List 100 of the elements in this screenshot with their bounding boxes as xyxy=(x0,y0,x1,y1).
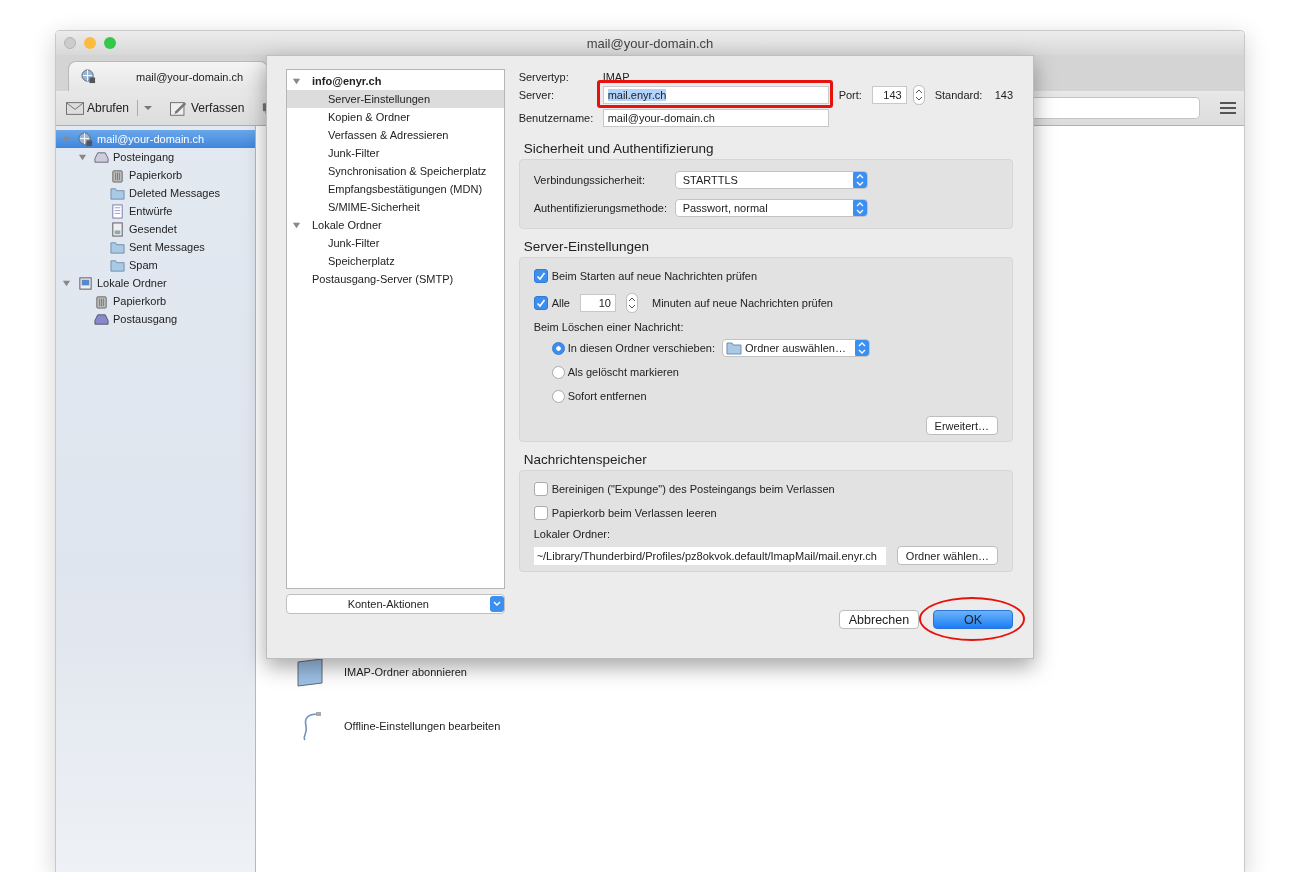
tree-item[interactable]: Speicherplatz xyxy=(287,252,504,270)
folder-icon xyxy=(110,257,125,273)
tree-item[interactable]: Empfangsbestätigungen (MDN) xyxy=(287,180,504,198)
dropdown[interactable]: STARTTLS xyxy=(674,171,868,189)
folder-row[interactable]: Spam xyxy=(56,256,255,274)
disclosure-triangle-icon[interactable] xyxy=(292,76,301,86)
section-heading: Nachrichtenspeicher xyxy=(523,452,648,467)
folder-label: Papierkorb xyxy=(129,169,183,181)
action-link[interactable]: Offline-Einstellungen bearbeiten xyxy=(344,720,501,732)
tree-label: Kopien & Ordner xyxy=(328,111,410,123)
dropdown-arrow-icon[interactable] xyxy=(144,105,153,111)
checkbox[interactable] xyxy=(533,296,548,310)
checkbox-label[interactable]: Beim Starten auf neue Nachrichten prüfen xyxy=(551,270,758,282)
ok-button[interactable]: OK xyxy=(933,610,1013,629)
account-actions-button[interactable]: Konten-Aktionen xyxy=(286,594,505,614)
tree-item[interactable]: Postausgang-Server (SMTP) xyxy=(287,270,504,288)
radio-button[interactable] xyxy=(551,341,565,355)
tree-item[interactable]: S/MIME-Sicherheit xyxy=(287,198,504,216)
account-tab[interactable]: mail@your-domain.ch xyxy=(68,61,268,91)
disclosure-triangle-icon[interactable] xyxy=(62,278,71,288)
stepper-icon[interactable] xyxy=(626,293,638,313)
tree-item[interactable]: Verfassen & Adressieren xyxy=(287,126,504,144)
tree-item[interactable]: info@enyr.ch xyxy=(287,72,504,90)
action-link[interactable]: IMAP-Ordner abonnieren xyxy=(344,666,467,678)
tree-label: Speicherplatz xyxy=(328,255,395,267)
trash-icon xyxy=(94,293,109,309)
advanced-button[interactable]: Erweitert… xyxy=(925,416,998,435)
folder-icon xyxy=(110,185,125,201)
folder-row[interactable]: Papierkorb xyxy=(56,292,255,310)
group-label: Lokaler Ordner: xyxy=(533,527,612,542)
checkbox[interactable] xyxy=(533,482,548,496)
field-label: Verbindungssicherheit: xyxy=(533,174,646,186)
tree-label: Lokale Ordner xyxy=(312,219,382,231)
globe-lock-icon xyxy=(81,69,96,84)
radio-label[interactable]: Als gelöscht markieren xyxy=(567,366,679,378)
tree-label: Postausgang-Server (SMTP) xyxy=(312,273,454,285)
cancel-button[interactable]: Abbrechen xyxy=(839,610,919,629)
toolbar-button[interactable]: Abrufen xyxy=(64,98,132,118)
close-button[interactable] xyxy=(64,37,76,49)
dropdown[interactable]: Passwort, normal xyxy=(674,199,868,217)
tree-label: Junk-Filter xyxy=(328,147,380,159)
username-field[interactable]: mail@your-domain.ch xyxy=(602,109,829,127)
folder-dropdown[interactable]: Ordner auswählen… xyxy=(722,339,870,357)
minutes-field[interactable]: 10 xyxy=(580,294,616,312)
field-label: Benutzername: xyxy=(518,112,595,124)
tree-item[interactable]: Junk-Filter xyxy=(287,234,504,252)
choose-folder-button[interactable]: Ordner wählen… xyxy=(896,546,998,565)
folder-row[interactable]: Posteingang xyxy=(56,148,255,166)
folder-row[interactable]: Postausgang xyxy=(56,310,255,328)
folder-row[interactable]: Lokale Ordner xyxy=(56,274,255,292)
tree-label: Synchronisation & Speicherplatz xyxy=(328,165,487,177)
server-field[interactable]: mail.enyr.ch xyxy=(602,86,829,104)
trash-icon xyxy=(110,167,125,183)
group-label: Beim Löschen einer Nachricht: xyxy=(533,320,685,335)
radio-label[interactable]: Sofort entfernen xyxy=(567,390,647,402)
radio-button[interactable] xyxy=(551,365,565,379)
tree-label: S/MIME-Sicherheit xyxy=(328,201,420,213)
tray-icon xyxy=(94,311,109,327)
pencil-icon xyxy=(170,100,189,116)
computer-icon xyxy=(78,275,93,291)
default-port: 143 xyxy=(994,89,1013,101)
window-title: mail@your-domain.ch xyxy=(586,35,714,51)
path-field[interactable]: ~/Library/Thunderbird/Profiles/pz8okvok.default/ImapMail/mail.enyr.ch xyxy=(533,546,886,565)
tree-item[interactable]: Synchronisation & Speicherplatz xyxy=(287,162,504,180)
folder-row[interactable]: Gesendet xyxy=(56,220,255,238)
field-label: Standard: xyxy=(934,89,984,101)
folder-label: Lokale Ordner xyxy=(97,277,167,289)
disclosure-triangle-icon[interactable] xyxy=(292,220,301,230)
checkbox[interactable] xyxy=(533,506,548,520)
checkbox-label[interactable]: Bereinigen ("Expunge") des Posteingangs beim Verlassen xyxy=(551,483,835,495)
folder-row[interactable]: Papierkorb xyxy=(56,166,255,184)
tree-item[interactable]: Lokale Ordner xyxy=(287,216,504,234)
folder-icon xyxy=(110,239,125,255)
field-label: Authentifizierungsmethode: xyxy=(533,202,668,214)
radio-button[interactable] xyxy=(551,389,565,403)
folder-label: Sent Messages xyxy=(129,241,205,253)
up-down-arrows-icon xyxy=(852,172,867,188)
menu-icon[interactable] xyxy=(1220,102,1236,114)
folder-label: Posteingang xyxy=(113,151,175,163)
tree-item[interactable]: Junk-Filter xyxy=(287,144,504,162)
radio-label[interactable]: In diesen Ordner verschieben: xyxy=(567,342,715,354)
field-label: Servertyp: xyxy=(518,71,570,83)
folder-row[interactable]: Sent Messages xyxy=(56,238,255,256)
tree-item[interactable]: Kopien & Ordner xyxy=(287,108,504,126)
checkbox-label[interactable]: Papierkorb beim Verlassen leeren xyxy=(551,507,717,519)
section-heading: Server-Einstellungen xyxy=(523,239,650,254)
folder-row[interactable]: Deleted Messages xyxy=(56,184,255,202)
folder-row[interactable]: Entwürfe xyxy=(56,202,255,220)
folder-label: Spam xyxy=(129,259,158,271)
stepper-icon[interactable] xyxy=(912,85,925,105)
zoom-button[interactable] xyxy=(104,37,116,49)
checkbox-label[interactable]: Alle xyxy=(551,297,570,309)
toolbar-button[interactable]: Verfassen xyxy=(168,98,247,118)
folder-label: mail@your-domain.ch xyxy=(97,133,205,145)
checkbox[interactable] xyxy=(533,269,548,283)
up-down-arrows-icon xyxy=(852,200,867,216)
up-down-arrows-icon xyxy=(855,340,869,356)
folder-label: Postausgang xyxy=(113,313,178,325)
port-field[interactable]: 143 xyxy=(871,86,907,104)
tree-item[interactable]: Server-Einstellungen xyxy=(287,90,504,108)
